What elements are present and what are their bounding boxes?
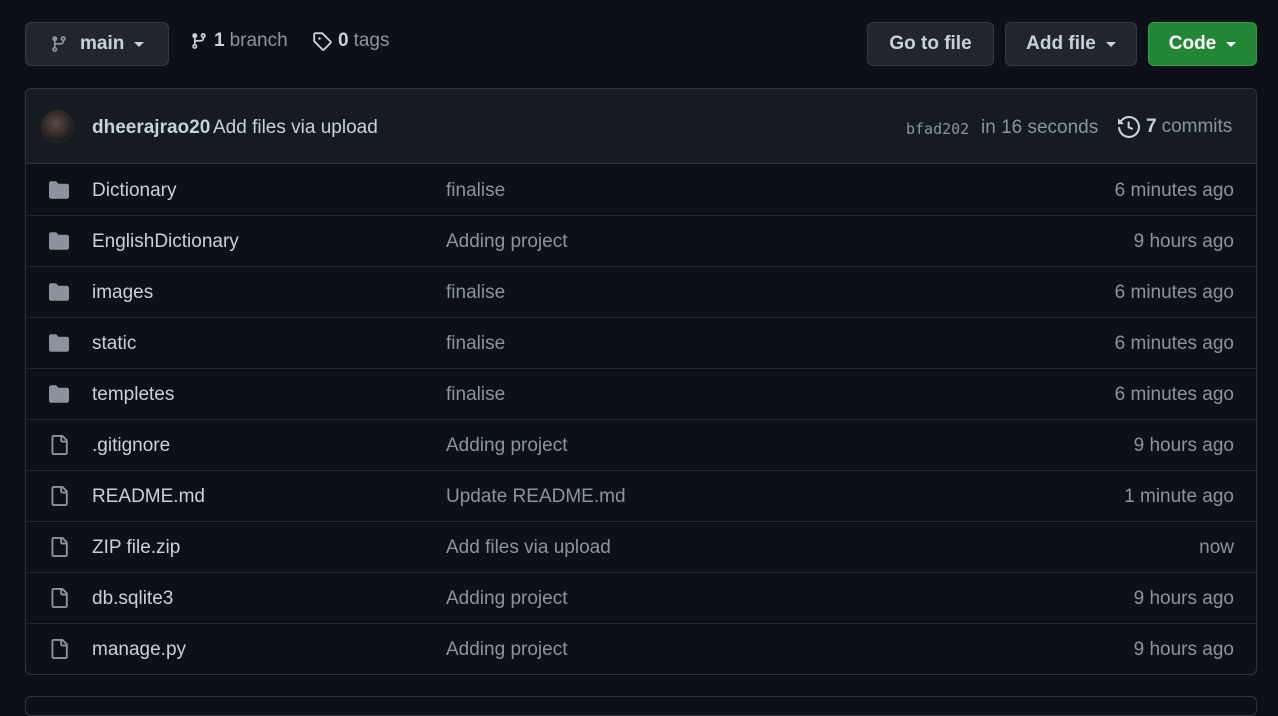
file-name-link[interactable]: images (92, 282, 153, 304)
file-row[interactable]: images finalise 6 minutes ago (26, 267, 1256, 318)
add-file-label: Add file (1026, 33, 1096, 54)
file-list: Dictionary finalise 6 minutes ago EnglishDi… (26, 165, 1256, 674)
file-commit-message[interactable]: finalise (446, 384, 505, 406)
latest-commit-bar: dheerajrao20 Add files via upload bfad20… (26, 89, 1256, 164)
folder-icon (48, 384, 70, 404)
file-row[interactable]: static finalise 6 minutes ago (26, 318, 1256, 369)
branch-select-button[interactable]: main (25, 22, 169, 66)
readme-box (25, 696, 1257, 716)
file-commit-message[interactable]: Adding project (446, 435, 567, 457)
file-icon (48, 639, 70, 659)
file-commit-message[interactable]: finalise (446, 180, 505, 202)
file-icon (48, 486, 70, 506)
commit-author[interactable]: dheerajrao20 (92, 117, 210, 139)
folder-icon (48, 180, 70, 200)
commit-message[interactable]: Add files via upload (213, 117, 378, 139)
tag-icon (313, 32, 332, 51)
file-row[interactable]: ZIP file.zip Add files via upload now (26, 522, 1256, 573)
file-icon (48, 435, 70, 455)
tags-link[interactable]: 0 tags (312, 30, 390, 52)
file-commit-message[interactable]: Add files via upload (446, 537, 611, 559)
file-name-link[interactable]: README.md (92, 486, 205, 508)
chevron-down-icon (134, 41, 145, 47)
file-commit-age: 9 hours ago (1133, 639, 1234, 660)
file-row[interactable]: README.md Update README.md 1 minute ago (26, 471, 1256, 522)
file-row[interactable]: manage.py Adding project 9 hours ago (26, 624, 1256, 674)
avatar[interactable] (41, 110, 74, 143)
branches-label: branch (229, 30, 288, 51)
file-commit-age: 1 minute ago (1124, 486, 1234, 507)
file-commit-age: 6 minutes ago (1114, 180, 1234, 201)
folder-icon (48, 333, 70, 353)
file-row[interactable]: EnglishDictionary Adding project 9 hours a… (26, 216, 1256, 267)
file-commit-age: 9 hours ago (1133, 588, 1234, 609)
commits-link[interactable]: 7 commits (1118, 116, 1232, 138)
chevron-down-icon (1226, 41, 1237, 47)
file-name-link[interactable]: db.sqlite3 (92, 588, 173, 610)
branch-name: main (80, 33, 125, 54)
git-branch-icon (52, 36, 66, 52)
file-row[interactable]: templetes finalise 6 minutes ago (26, 369, 1256, 420)
file-name-link[interactable]: Dictionary (92, 180, 176, 202)
file-commit-message[interactable]: Update README.md (446, 486, 626, 508)
folder-icon (48, 282, 70, 302)
add-file-button[interactable]: Add file (1005, 22, 1137, 66)
file-commit-message[interactable]: Adding project (446, 639, 567, 661)
repo-toolbar: main 1 branch 0 tags Go to file Add file… (0, 0, 1278, 88)
file-row[interactable]: db.sqlite3 Adding project 9 hours ago (26, 573, 1256, 624)
commits-count: 7 (1146, 116, 1157, 137)
tags-count: 0 (338, 30, 349, 51)
code-label: Code (1168, 33, 1217, 54)
file-commit-age: 9 hours ago (1133, 231, 1234, 252)
file-icon (48, 537, 70, 557)
file-commit-message[interactable]: finalise (446, 282, 505, 304)
history-icon (1118, 116, 1140, 138)
file-commit-age: 6 minutes ago (1114, 282, 1234, 303)
branches-link[interactable]: 1 branch (190, 30, 288, 52)
file-commit-age: 9 hours ago (1133, 435, 1234, 456)
go-to-file-label: Go to file (889, 33, 972, 54)
git-branch-icon (192, 33, 206, 49)
file-icon (48, 588, 70, 608)
chevron-down-icon (1105, 41, 1116, 47)
code-button[interactable]: Code (1148, 22, 1257, 66)
file-name-link[interactable]: templetes (92, 384, 174, 406)
folder-icon (48, 231, 70, 251)
file-browser: dheerajrao20 Add files via upload bfad20… (25, 88, 1257, 675)
file-row[interactable]: Dictionary finalise 6 minutes ago (26, 165, 1256, 216)
commits-label: commits (1161, 116, 1233, 137)
file-name-link[interactable]: manage.py (92, 639, 186, 661)
file-commit-message[interactable]: Adding project (446, 588, 567, 610)
file-commit-age: 6 minutes ago (1114, 333, 1234, 354)
file-commit-message[interactable]: Adding project (446, 231, 567, 253)
go-to-file-button[interactable]: Go to file (867, 22, 994, 66)
branches-count: 1 (214, 30, 225, 51)
file-name-link[interactable]: ZIP file.zip (92, 537, 180, 559)
file-name-link[interactable]: static (92, 333, 136, 355)
file-commit-age: 6 minutes ago (1114, 384, 1234, 405)
tags-label: tags (353, 30, 390, 51)
file-commit-message[interactable]: finalise (446, 333, 505, 355)
file-name-link[interactable]: EnglishDictionary (92, 231, 239, 253)
file-commit-age: now (1199, 537, 1234, 558)
commit-sha[interactable]: bfad202 (906, 120, 969, 138)
file-name-link[interactable]: .gitignore (92, 435, 170, 457)
commit-time: in 16 seconds (981, 117, 1099, 138)
file-row[interactable]: .gitignore Adding project 9 hours ago (26, 420, 1256, 471)
